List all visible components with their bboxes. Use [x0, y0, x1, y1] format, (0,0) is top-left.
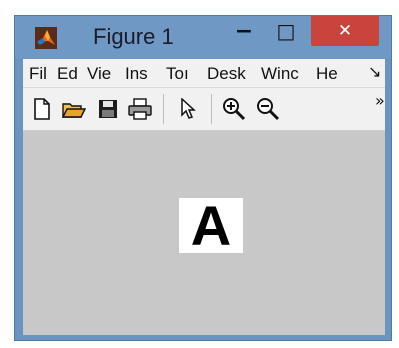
pointer-icon[interactable] — [175, 96, 201, 122]
close-button[interactable]: ✕ — [311, 16, 379, 46]
matlab-icon — [35, 27, 57, 49]
tool-bar: » — [23, 88, 385, 131]
window-title: Figure 1 — [93, 24, 174, 49]
menu-window[interactable]: Winc — [261, 64, 299, 84]
maximize-button[interactable]: □ — [271, 16, 301, 46]
menu-desktop[interactable]: Desk — [207, 64, 246, 84]
menu-tools[interactable]: Toı — [166, 64, 189, 84]
menu-insert[interactable]: Ins — [125, 64, 148, 84]
menu-edit[interactable]: Ed — [57, 64, 78, 84]
minimize-icon: − — [234, 18, 254, 44]
open-folder-icon[interactable] — [61, 96, 87, 122]
menu-view[interactable]: Vie — [87, 64, 111, 84]
zoom-in-icon[interactable] — [221, 96, 247, 122]
zoom-out-icon[interactable] — [255, 96, 281, 122]
menu-overflow-icon[interactable]: ↘ — [368, 62, 381, 82]
toolbar-separator — [211, 94, 212, 124]
maximize-icon: □ — [276, 19, 296, 43]
minimize-button[interactable]: − — [229, 16, 259, 46]
menu-file[interactable]: Fil — [29, 64, 47, 84]
toolbar-separator — [163, 94, 164, 124]
close-icon: ✕ — [337, 21, 353, 41]
save-icon[interactable] — [95, 96, 121, 122]
figure-window: Figure 1 − □ ✕ Fil Ed Vie Ins Toı Desk W… — [14, 15, 392, 341]
figure-canvas[interactable]: A — [23, 131, 385, 335]
toolbar-overflow-icon[interactable]: » — [375, 91, 385, 110]
menu-help[interactable]: He — [316, 64, 338, 84]
menu-bar: Fil Ed Vie Ins Toı Desk Winc He ↘ — [23, 59, 385, 88]
letter-glyph: A — [190, 193, 232, 257]
letter-image: A — [179, 193, 243, 257]
print-icon[interactable] — [127, 96, 153, 122]
new-file-icon[interactable] — [29, 96, 55, 122]
